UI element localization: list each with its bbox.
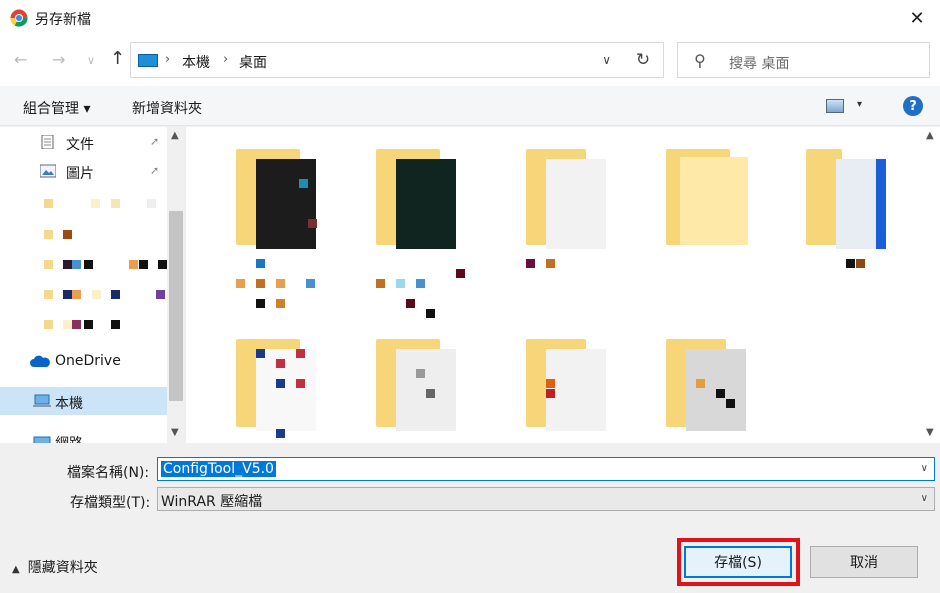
computer-icon [33,394,51,407]
sidebar-item-this-pc[interactable]: 本機 [0,387,167,415]
close-icon: ✕ [909,7,925,29]
scroll-up-icon[interactable]: ▲ [171,130,179,141]
sidebar-scrollbar[interactable]: ▲ ▼ [167,127,185,443]
new-folder-button[interactable]: 新增資料夾 [132,98,202,118]
file-list: ▲ ▼ [186,127,940,443]
hide-folders-label: 隱藏資料夾 [27,560,98,576]
filetype-value: WinRAR 壓縮檔 [161,494,263,510]
refresh-button[interactable]: ↻ [623,42,664,78]
close-button[interactable]: ✕ [894,0,940,36]
back-arrow-icon[interactable]: ← [14,50,27,69]
cancel-button[interactable]: 取消 [810,546,918,578]
sidebar-item-pictures[interactable]: 圖片 ➚ [0,157,167,185]
hide-folders-toggle[interactable]: ▲ 隱藏資料夾 [12,557,98,577]
file-item[interactable] [666,339,762,439]
file-item[interactable] [236,149,332,308]
sidebar-item-network[interactable]: 網路 [0,427,167,443]
command-toolbar: 組合管理 ▾ 新增資料夾 ▾ ? [0,86,940,126]
search-icon: ⚲ [694,51,706,70]
address-bar[interactable]: › 本機 › 桌面 ∨ [130,42,624,78]
scroll-down-icon[interactable]: ▼ [171,427,179,438]
filetype-select[interactable]: WinRAR 壓縮檔 ∨ [157,487,935,511]
document-icon [41,135,54,149]
view-caret-icon[interactable]: ▾ [857,99,862,110]
folder-icon [680,157,748,245]
save-form: 檔案名稱(N): ConfigTool_V5.0 ∨ 存檔類型(T): WinR… [0,444,940,593]
sidebar-item-label: 文件 [66,137,94,153]
file-item[interactable] [526,339,622,439]
file-item[interactable] [806,149,902,268]
chevron-down-icon[interactable]: ∨ [921,493,928,504]
file-item[interactable] [236,339,332,439]
sidebar-item-onedrive[interactable]: OneDrive [0,347,167,375]
scroll-down-icon[interactable]: ▼ [926,427,934,438]
network-icon [33,436,51,443]
organize-menu[interactable]: 組合管理 ▾ [23,98,90,118]
search-placeholder: 搜尋 桌面 [729,56,790,72]
breadcrumb-separator-icon: › [223,52,229,67]
save-button[interactable]: 存檔(S) [684,546,792,578]
search-input[interactable]: ⚲ 搜尋 桌面 [677,42,930,78]
sidebar-item-documents[interactable]: 文件 ➚ [0,128,167,156]
filetype-label: 存檔類型(T): [70,495,151,511]
file-item[interactable] [376,149,472,318]
help-button[interactable]: ? [903,96,923,116]
file-item[interactable] [376,339,472,439]
refresh-icon: ↻ [635,50,651,70]
filename-field[interactable]: ConfigTool_V5.0 ∨ [157,457,935,481]
picture-icon [40,164,56,178]
forward-arrow-icon[interactable]: → [52,50,65,69]
filename-label: 檔案名稱(N): [67,465,150,481]
scroll-up-icon[interactable]: ▲ [926,130,934,141]
chevron-down-icon[interactable]: ∨ [921,463,928,474]
file-item[interactable] [666,149,762,249]
navigation-bar: ← → ∨ ↑ › 本機 › 桌面 ∨ ↻ ⚲ 搜尋 桌面 [0,36,940,86]
sidebar-item-label: OneDrive [55,353,121,369]
navigation-pane: 文件 ➚ 圖片 ➚ OneDrive 本機 ▲ ▼ [0,127,185,443]
title-bar: 另存新檔 ✕ [0,0,940,36]
breadcrumb-desktop[interactable]: 桌面 [239,52,267,72]
main-scrollbar[interactable]: ▲ ▼ [922,127,940,443]
sidebar-item-label: 本機 [55,396,83,412]
breadcrumb-this-pc[interactable]: 本機 [182,52,210,72]
pin-icon: ➚ [150,135,160,148]
recent-locations-icon[interactable]: ∨ [87,54,95,67]
view-options-icon[interactable] [826,99,844,113]
cloud-icon [30,355,50,367]
chevron-down-icon[interactable]: ∨ [602,53,611,67]
scrollbar-thumb[interactable] [169,211,183,401]
pin-icon: ➚ [150,164,160,177]
breadcrumb-separator-icon: › [165,52,171,67]
file-item[interactable] [526,149,622,268]
sidebar-item-label: 網路 [55,433,83,443]
chevron-up-icon: ▲ [12,564,20,575]
computer-icon [138,54,158,67]
filename-value: ConfigTool_V5.0 [161,461,276,477]
dialog-title: 另存新檔 [35,12,91,28]
up-arrow-icon[interactable]: ↑ [110,48,125,69]
chrome-icon [10,9,28,27]
sidebar-item-label: 圖片 [66,166,94,182]
